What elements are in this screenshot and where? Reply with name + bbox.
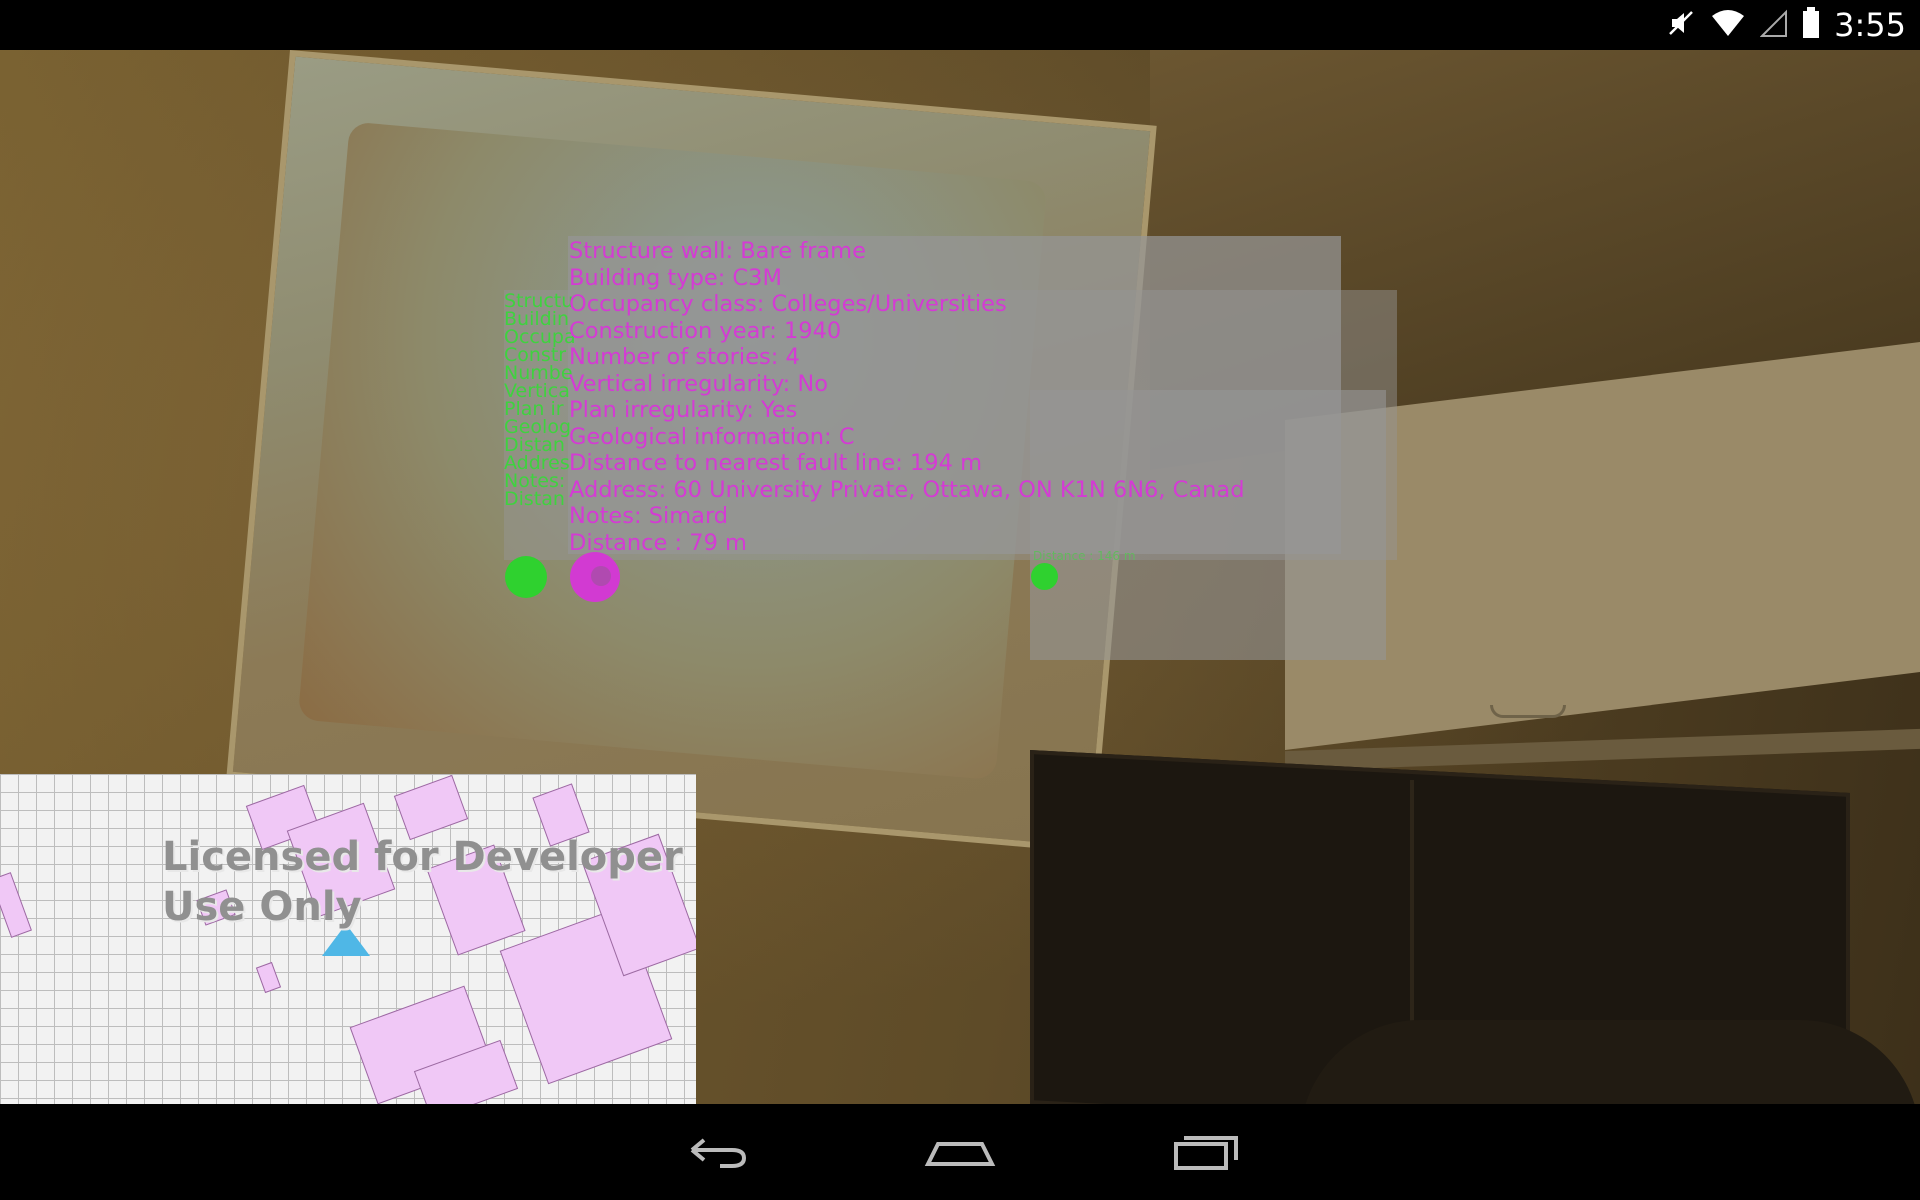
right-marker-distance: Distance : 146 m [1033,549,1136,563]
number-of-stories-text: Number of stories: 4 [569,344,800,370]
occupancy-class-text: Occupancy class: Colleges/Universities [569,291,1007,317]
address-text: Address: 60 University Private, Ottawa, … [569,476,1245,503]
building-info: Structure wall: Bare frame Building type… [569,238,1245,556]
navigation-bar [0,1104,1920,1200]
back-icon[interactable] [680,1128,752,1176]
building-marker-green-left[interactable] [505,556,547,598]
map-building [0,872,32,938]
left-label-line: Distan [504,488,565,510]
fault-distance-text: Distance to nearest fault line: 194 m [569,450,983,476]
home-icon[interactable] [924,1128,996,1176]
status-bar: 3:55 [0,0,1920,50]
status-icons: 3:55 [1666,0,1906,50]
building-marker-green-right[interactable] [1031,563,1058,590]
clock: 3:55 [1834,6,1906,44]
mute-icon [1666,8,1696,42]
chair [1300,1020,1920,1104]
vertical-irregularity-text: Vertical irregularity: No [569,370,828,397]
minimap[interactable]: Licensed for Developer Use Only [0,774,696,1104]
left-marker-labels: Structu Buildin Occupa Constr Numbe Vert… [504,292,576,510]
building-type-text: Building type: C3M [569,264,782,291]
signal-icon [1759,8,1788,42]
plan-irregularity-text: Plan irregularity: Yes [569,397,798,423]
map-building [393,774,469,841]
recent-apps-icon[interactable] [1170,1128,1242,1176]
geological-info-text: Geological information: C [569,423,855,450]
construction-year-text: Construction year: 1940 [569,317,842,344]
building-marker-magenta-inner [591,566,611,586]
notes-text: Notes: Simard [569,503,729,529]
wifi-icon [1710,8,1746,42]
structure-wall-text: Structure wall: Bare frame [569,238,866,264]
distance-text: Distance : 79 m [569,529,747,556]
license-watermark: Licensed for Developer Use Only [162,834,683,930]
battery-icon [1802,7,1820,43]
cabinet-handle [1490,705,1566,718]
map-building [255,961,282,994]
